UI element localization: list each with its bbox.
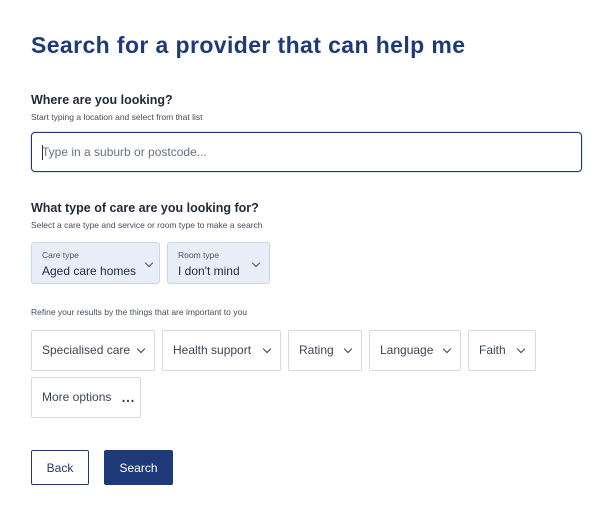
chevron-down-icon (262, 344, 272, 354)
care-type-value: Aged care homes (42, 264, 137, 278)
filter-label: Language (380, 343, 434, 357)
care-type-select[interactable]: Care type Aged care homes (31, 242, 160, 284)
filter-health-support[interactable]: Health support (162, 330, 281, 371)
location-hint: Start typing a location and select from … (31, 112, 203, 122)
text-cursor (42, 145, 43, 160)
room-type-select[interactable]: Room type I don't mind (167, 242, 270, 284)
filter-rating[interactable]: Rating (288, 330, 362, 371)
page-title: Search for a provider that can help me (31, 32, 466, 58)
filter-label: Rating (299, 343, 334, 357)
filter-label: Faith (479, 343, 506, 357)
location-search-input[interactable] (31, 132, 582, 172)
chevron-down-icon (136, 344, 146, 354)
refine-hint: Refine your results by the things that a… (31, 307, 247, 317)
search-button[interactable]: Search (104, 450, 173, 485)
chevron-down-icon (516, 344, 526, 354)
filter-language[interactable]: Language (369, 330, 461, 371)
care-type-label: Care type (42, 250, 79, 260)
filter-label: Specialised care (42, 343, 131, 357)
more-dots-icon: … (121, 389, 135, 405)
back-button[interactable]: Back (31, 450, 89, 485)
filter-more-options[interactable]: More options … (31, 377, 141, 418)
chevron-down-icon (343, 344, 353, 354)
filter-label: Health support (173, 343, 252, 357)
filter-specialised-care[interactable]: Specialised care (31, 330, 155, 371)
filter-faith[interactable]: Faith (468, 330, 536, 371)
care-hint: Select a care type and service or room t… (31, 220, 263, 230)
chevron-down-icon (442, 344, 452, 354)
care-heading: What type of care are you looking for? (31, 201, 259, 215)
location-heading: Where are you looking? (31, 93, 173, 107)
filter-label: More options (42, 390, 112, 404)
